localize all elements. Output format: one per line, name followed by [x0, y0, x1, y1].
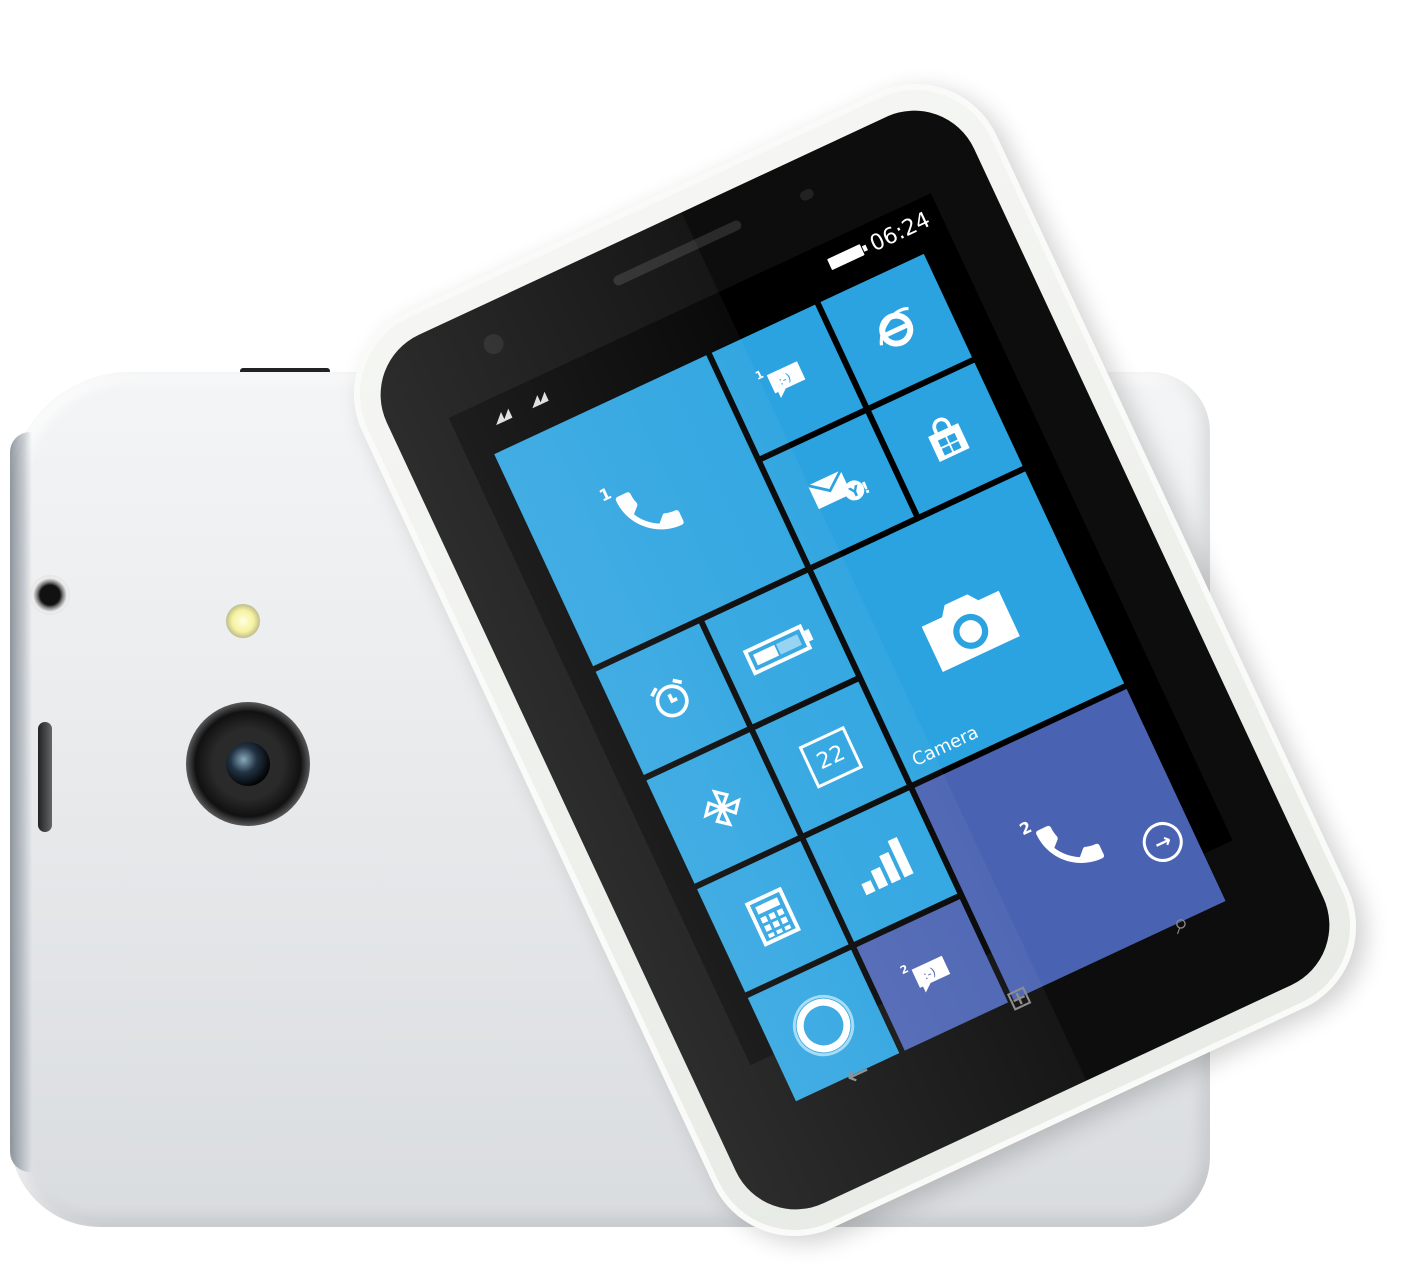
search-button[interactable]: ⌕ [1166, 904, 1195, 941]
camera-lens [226, 742, 270, 786]
pinwheel-icon [703, 789, 741, 827]
phone-icon [1036, 825, 1105, 863]
calendar-icon: 22 [798, 725, 864, 789]
internet-explorer-icon [879, 306, 914, 347]
side-slot [38, 722, 52, 832]
battery-icon [742, 623, 814, 676]
signal-bars-icon [861, 836, 914, 896]
tile-badge: 1 [753, 367, 766, 383]
phone-icon [615, 492, 684, 530]
calendar-day: 22 [812, 740, 849, 775]
alarm-icon [650, 678, 689, 718]
signal-icon: ◢◢ [527, 390, 548, 411]
front-camera [480, 330, 507, 358]
message-icon: :-) [766, 361, 806, 399]
signal-icon: ◢◢ [490, 407, 512, 428]
arrow-right-icon: → [1150, 827, 1176, 857]
back-button[interactable]: ← [840, 1053, 875, 1093]
proximity-sensor [798, 187, 816, 203]
camera-icon [921, 590, 1020, 673]
headphone-jack [30, 575, 70, 615]
windows-home-button[interactable]: ⊞ [1001, 978, 1036, 1018]
earpiece-speaker [611, 218, 743, 288]
mail-icon: Y! [807, 469, 872, 510]
calculator-icon [744, 886, 802, 947]
store-icon [928, 417, 970, 462]
camera-flash [226, 604, 260, 638]
tile-badge: 2 [898, 962, 911, 978]
message-icon: :-) [911, 955, 951, 993]
rear-camera [186, 702, 310, 826]
status-time: 06:24 [866, 207, 935, 258]
battery-icon [827, 244, 865, 271]
